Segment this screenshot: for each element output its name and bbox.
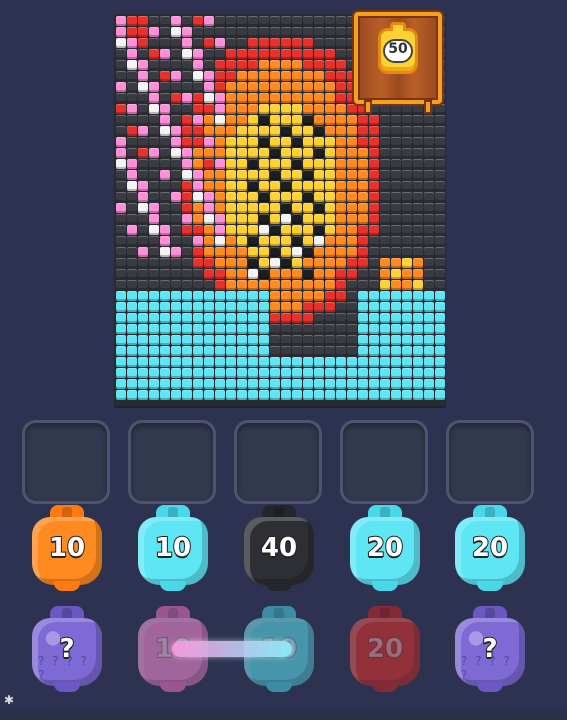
mystery-jar-r2-5[interactable]: ? [455,606,525,692]
jar-count: ? [58,633,75,665]
reward-value: 50 [383,39,413,63]
jar-foot [266,581,292,591]
jar-count: 20 [366,532,404,564]
reward-badge-icon: 50 [378,22,418,74]
jar-foot [372,682,398,692]
color-jar-r2-4[interactable]: 20 [350,606,420,692]
jar-foot [160,581,186,591]
queue-slot-2[interactable] [128,420,216,504]
jar-foot [266,682,292,692]
jar-foot [160,682,186,692]
jar-count: 10 [48,532,86,564]
jar-foot [477,682,503,692]
jar-foot [477,581,503,591]
gear-icon[interactable]: ✱ [2,693,16,707]
color-jar-r1-4[interactable]: 20 [350,505,420,591]
jar-count: ? [481,633,498,665]
jar-foot [372,581,398,591]
jar-count: 20 [366,633,404,665]
color-jar-r1-2[interactable]: 10 [138,505,208,591]
mystery-jar-r2-1[interactable]: ? [32,606,102,692]
bottom-bar [0,710,567,720]
color-jar-r1-3[interactable]: 40 [244,505,314,591]
jar-count: 10 [154,532,192,564]
queue-slot-4[interactable] [340,420,428,504]
queue-slot-5[interactable] [446,420,534,504]
color-jar-r1-5[interactable]: 20 [455,505,525,591]
link-connector [172,641,292,657]
reward-chest: 50 [354,12,442,114]
jar-foot [54,682,80,692]
jar-count: 20 [471,532,509,564]
color-jar-r1-1[interactable]: 10 [32,505,102,591]
queue-slot-1[interactable] [22,420,110,504]
jar-count: 40 [260,532,298,564]
queue-slot-3[interactable] [234,420,322,504]
jar-foot [54,581,80,591]
